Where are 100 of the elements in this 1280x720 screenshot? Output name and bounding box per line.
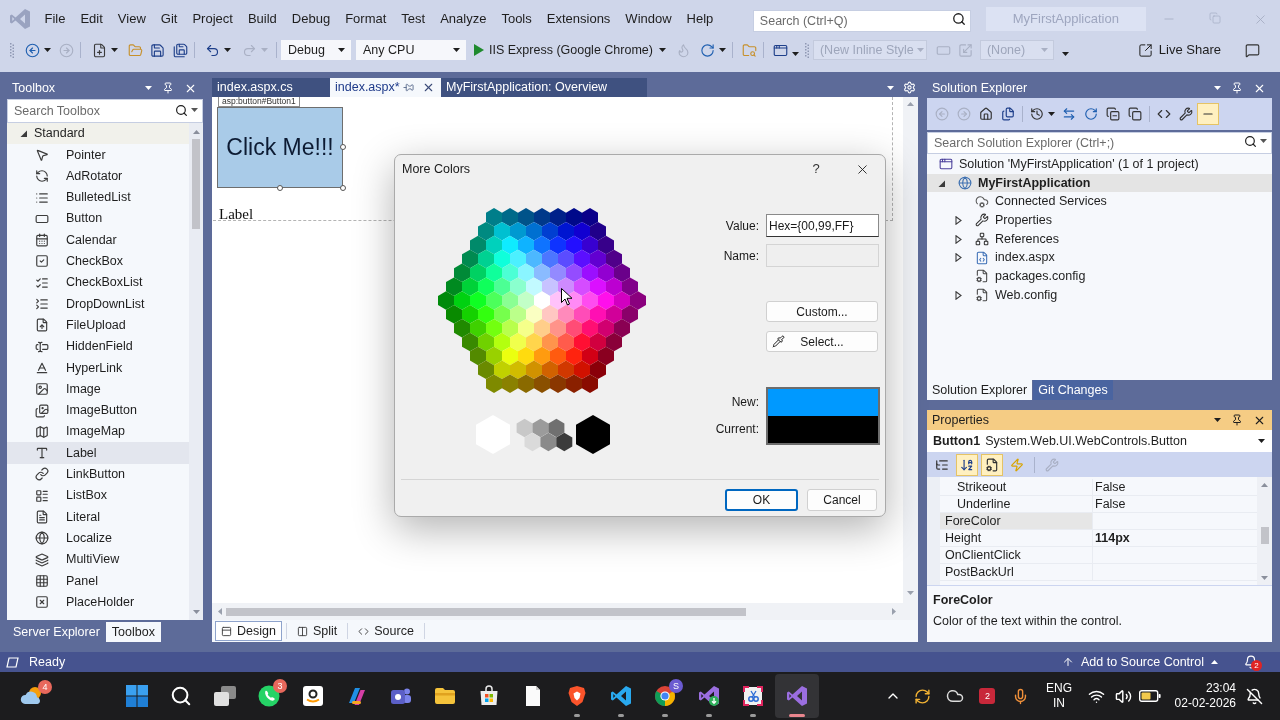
close-icon[interactable] — [422, 81, 435, 94]
search-icon[interactable] — [951, 12, 966, 26]
menu-item[interactable]: Project — [184, 9, 241, 29]
caret-icon[interactable] — [111, 48, 118, 52]
dropdown[interactable]: Any CPU — [356, 40, 466, 60]
menu-item[interactable]: Git — [153, 9, 185, 29]
source-control-button[interactable]: Add to Source Control — [1062, 652, 1218, 672]
code-icon[interactable] — [1157, 107, 1171, 121]
grip-icon[interactable] — [10, 42, 14, 58]
parallelogram-icon[interactable] — [6, 656, 19, 668]
property-name[interactable]: ForeColor — [940, 513, 1093, 529]
button-control[interactable]: Click Me!!! — [217, 107, 343, 188]
select-button[interactable]: Select... — [766, 331, 878, 352]
scrollbar[interactable] — [1257, 477, 1272, 585]
view-tab[interactable]: Source — [352, 621, 420, 641]
component-item[interactable]: Panel — [7, 570, 189, 592]
tab-list-caret-icon[interactable] — [887, 85, 894, 90]
wrench-icon[interactable] — [1179, 107, 1193, 121]
tree-item[interactable]: Connected Services — [927, 192, 1272, 212]
component-item[interactable]: BulletedList — [7, 186, 189, 209]
scroll-thumb[interactable] — [192, 139, 200, 229]
cancel-button[interactable]: Cancel — [807, 489, 877, 511]
caret-icon[interactable] — [224, 48, 231, 52]
phone-chat-icon[interactable] — [257, 684, 281, 708]
region-indicator[interactable]: IN — [1053, 696, 1065, 711]
tree-item[interactable]: References — [927, 229, 1272, 249]
tree-item[interactable]: MyFirstApplication — [927, 173, 1272, 193]
component-item[interactable]: CheckBox — [7, 250, 189, 273]
property-name[interactable]: Underline — [940, 496, 1093, 512]
category-tree-icon[interactable] — [935, 457, 949, 472]
help-button[interactable]: ? — [804, 158, 828, 180]
menu-item[interactable]: Edit — [72, 9, 111, 29]
component-item[interactable]: PlaceHolder — [7, 591, 189, 613]
menu-item[interactable]: Test — [393, 9, 433, 29]
sync-icon[interactable] — [913, 687, 931, 705]
component-item[interactable]: CheckBoxList — [7, 272, 189, 294]
copy-icon[interactable] — [1128, 107, 1142, 121]
resize-handle-icon[interactable] — [340, 185, 346, 191]
dropdown-caret-icon[interactable] — [1214, 86, 1221, 90]
property-value[interactable]: 114px — [1093, 530, 1257, 546]
expander-icon[interactable] — [954, 234, 963, 244]
view-tab[interactable]: Split — [290, 621, 344, 641]
caret-icon[interactable] — [44, 48, 51, 52]
clock-time[interactable]: 23:04 — [1205, 681, 1236, 696]
search-field[interactable]: Search Solution Explorer (Ctrl+;) — [927, 132, 1272, 154]
installer-icon[interactable] — [697, 684, 721, 708]
search-icon[interactable] — [170, 685, 192, 707]
scrollbar[interactable] — [189, 122, 203, 620]
expander-icon[interactable] — [954, 253, 963, 263]
component-item[interactable]: MultiView — [7, 548, 189, 571]
undo-icon[interactable] — [205, 42, 220, 58]
component-item[interactable]: Calendar — [7, 229, 189, 251]
caret-icon[interactable] — [658, 48, 666, 52]
shop-app-icon[interactable] — [301, 684, 325, 708]
start-icon[interactable] — [126, 685, 148, 707]
custom-button[interactable]: Custom... — [766, 301, 878, 322]
scrollbar[interactable] — [212, 603, 918, 620]
property-name[interactable]: OnClientClick — [940, 547, 1093, 563]
property-name[interactable]: Strikeout — [940, 479, 1093, 495]
component-item[interactable]: Literal — [7, 506, 189, 528]
component-item[interactable]: Localize — [7, 527, 189, 549]
menu-item[interactable]: View — [110, 9, 154, 29]
pin-icon[interactable] — [1231, 414, 1243, 426]
menu-item[interactable]: Analyze — [432, 9, 494, 29]
bell-off-icon[interactable] — [1245, 687, 1263, 705]
component-item[interactable]: AdRotator — [7, 165, 189, 187]
window-tab[interactable]: Solution Explorer — [927, 380, 1033, 400]
tree-item[interactable]: packages.config — [927, 267, 1272, 286]
active-app-tile[interactable] — [775, 674, 819, 718]
home-icon[interactable] — [979, 107, 993, 121]
window-tab[interactable]: Toolbox — [105, 622, 161, 642]
save-all-icon[interactable] — [173, 42, 188, 58]
dropdown-caret-icon[interactable] — [1214, 418, 1221, 422]
screen-snip-icon[interactable] — [741, 684, 765, 708]
scrollbar[interactable] — [903, 97, 918, 603]
scroll-thumb[interactable] — [1260, 527, 1269, 544]
history-icon[interactable] — [1030, 107, 1044, 121]
search-field[interactable]: Search (Ctrl+Q) — [752, 10, 971, 32]
browser-icon[interactable] — [653, 684, 677, 708]
search-icon[interactable] — [1244, 134, 1257, 148]
menu-item[interactable]: File — [37, 9, 73, 29]
pin-icon[interactable] — [162, 82, 174, 94]
new-file-icon[interactable] — [92, 42, 107, 58]
document-tab[interactable]: index.aspx* — [330, 78, 441, 97]
language-indicator[interactable]: ENG — [1046, 681, 1072, 696]
browser-window-icon[interactable] — [772, 42, 788, 58]
window-tab[interactable]: Server Explorer — [7, 622, 106, 642]
expander-icon[interactable] — [19, 129, 28, 139]
tree-item[interactable]: Solution 'MyFirstApplication' (1 of 1 project) — [927, 155, 1272, 174]
menu-item[interactable]: Window — [617, 9, 680, 29]
component-item[interactable]: Button — [7, 208, 189, 230]
speech-bubble-icon[interactable] — [1245, 42, 1260, 58]
caret-icon[interactable] — [718, 48, 726, 52]
component-item[interactable]: DropDownList — [7, 293, 189, 315]
cloud-icon[interactable] — [945, 687, 964, 705]
component-item[interactable]: ImageMap — [7, 421, 189, 443]
caret-icon[interactable] — [1048, 112, 1055, 116]
label-control[interactable]: Label — [219, 203, 254, 226]
settings-icon[interactable] — [903, 81, 916, 94]
expander-icon[interactable] — [954, 290, 963, 300]
